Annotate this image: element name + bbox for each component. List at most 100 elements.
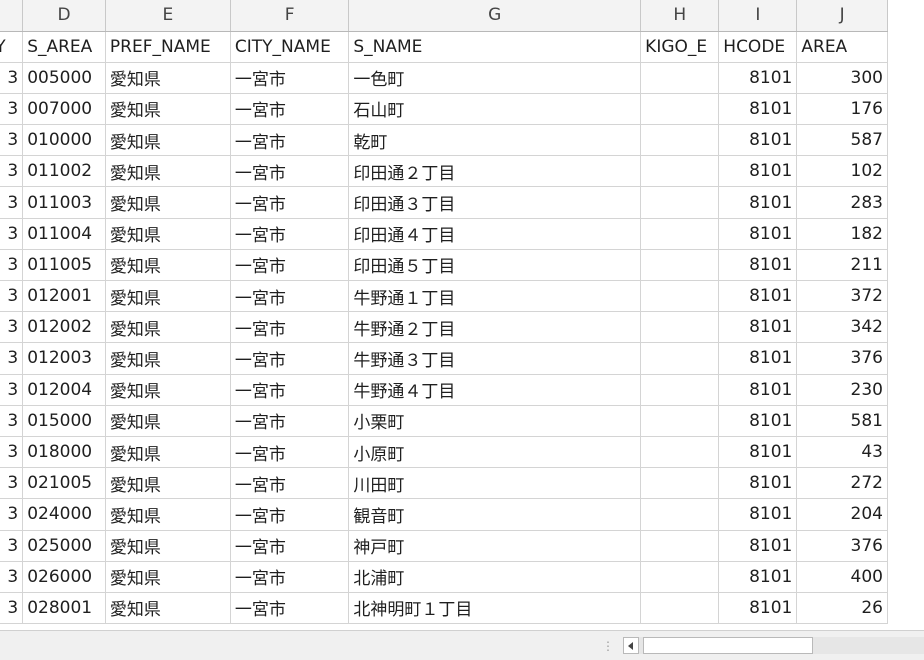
- column-header-d[interactable]: D: [22, 0, 106, 32]
- table-cell[interactable]: 204: [796, 498, 888, 531]
- table-cell[interactable]: 8101: [718, 124, 798, 157]
- table-cell[interactable]: 小原町: [348, 436, 642, 469]
- table-cell[interactable]: [640, 467, 720, 500]
- table-cell[interactable]: 牛野通２丁目: [348, 311, 642, 344]
- table-cell[interactable]: 一色町: [348, 62, 642, 94]
- table-cell[interactable]: 川田町: [348, 467, 642, 500]
- table-cell[interactable]: 3: [0, 124, 24, 157]
- table-cell[interactable]: 3: [0, 467, 24, 500]
- table-cell[interactable]: 021005: [22, 467, 106, 500]
- table-cell[interactable]: 011005: [22, 249, 106, 282]
- table-cell[interactable]: 8101: [718, 405, 798, 437]
- table-cell[interactable]: 8101: [718, 374, 798, 406]
- table-cell[interactable]: 愛知県: [105, 561, 231, 593]
- cell-field-area[interactable]: AREA: [796, 31, 888, 63]
- table-cell[interactable]: [640, 405, 720, 437]
- table-cell[interactable]: 376: [796, 530, 888, 562]
- table-cell[interactable]: [640, 249, 720, 282]
- table-cell[interactable]: 342: [796, 311, 888, 344]
- table-cell[interactable]: 愛知県: [105, 436, 231, 469]
- table-cell[interactable]: 176: [796, 93, 888, 126]
- table-cell[interactable]: 3: [0, 249, 24, 282]
- table-cell[interactable]: 観音町: [348, 498, 642, 531]
- table-cell[interactable]: 愛知県: [105, 405, 231, 437]
- column-header-j[interactable]: J: [796, 0, 888, 32]
- table-cell[interactable]: 一宮市: [230, 467, 350, 500]
- table-cell[interactable]: 一宮市: [230, 530, 350, 562]
- cell-field-s-name[interactable]: S_NAME: [348, 31, 642, 63]
- table-cell[interactable]: [640, 592, 720, 625]
- table-cell[interactable]: 8101: [718, 280, 798, 313]
- table-cell[interactable]: 一宮市: [230, 405, 350, 437]
- table-cell[interactable]: 一宮市: [230, 592, 350, 625]
- table-cell[interactable]: 北神明町１丁目: [348, 592, 642, 625]
- column-header-i[interactable]: I: [718, 0, 798, 32]
- table-cell[interactable]: 182: [796, 218, 888, 250]
- table-cell[interactable]: 3: [0, 280, 24, 313]
- table-cell[interactable]: 一宮市: [230, 374, 350, 406]
- table-cell[interactable]: 3: [0, 498, 24, 531]
- table-cell[interactable]: 011002: [22, 155, 106, 188]
- table-cell[interactable]: 012001: [22, 280, 106, 313]
- table-cell[interactable]: 愛知県: [105, 124, 231, 157]
- table-cell[interactable]: [640, 436, 720, 469]
- table-cell[interactable]: 8101: [718, 311, 798, 344]
- cell-field-s-area[interactable]: S_AREA: [22, 31, 106, 63]
- table-cell[interactable]: 026000: [22, 561, 106, 593]
- table-cell[interactable]: [640, 280, 720, 313]
- table-cell[interactable]: 012003: [22, 342, 106, 375]
- table-cell[interactable]: [640, 93, 720, 126]
- table-cell[interactable]: 3: [0, 311, 24, 344]
- triangle-left-icon[interactable]: [623, 637, 639, 654]
- table-cell[interactable]: 小栗町: [348, 405, 642, 437]
- table-cell[interactable]: 一宮市: [230, 342, 350, 375]
- table-cell[interactable]: 011004: [22, 218, 106, 250]
- table-cell[interactable]: 3: [0, 561, 24, 593]
- table-cell[interactable]: 愛知県: [105, 186, 231, 219]
- table-cell[interactable]: 3: [0, 374, 24, 406]
- table-cell[interactable]: 028001: [22, 592, 106, 625]
- table-cell[interactable]: [640, 311, 720, 344]
- table-cell[interactable]: 愛知県: [105, 62, 231, 94]
- column-header-g[interactable]: G: [348, 0, 642, 32]
- table-cell[interactable]: 8101: [718, 62, 798, 94]
- table-cell[interactable]: [640, 342, 720, 375]
- table-cell[interactable]: 一宮市: [230, 498, 350, 531]
- table-cell[interactable]: 一宮市: [230, 124, 350, 157]
- table-cell[interactable]: 8101: [718, 530, 798, 562]
- table-cell[interactable]: 007000: [22, 93, 106, 126]
- cell-field-kigo-e[interactable]: KIGO_E: [640, 31, 720, 63]
- table-cell[interactable]: 011003: [22, 186, 106, 219]
- table-cell[interactable]: 102: [796, 155, 888, 188]
- table-cell[interactable]: [640, 561, 720, 593]
- table-cell[interactable]: 3: [0, 93, 24, 126]
- table-cell[interactable]: 005000: [22, 62, 106, 94]
- cell-field-hcode[interactable]: HCODE: [718, 31, 798, 63]
- table-cell[interactable]: 愛知県: [105, 498, 231, 531]
- table-cell[interactable]: 8101: [718, 592, 798, 625]
- table-cell[interactable]: 376: [796, 342, 888, 375]
- table-cell[interactable]: 愛知県: [105, 249, 231, 282]
- table-cell[interactable]: 乾町: [348, 124, 642, 157]
- column-header-c[interactable]: C: [0, 0, 24, 32]
- column-header-h[interactable]: H: [640, 0, 720, 32]
- table-cell[interactable]: 272: [796, 467, 888, 500]
- table-cell[interactable]: 300: [796, 62, 888, 94]
- table-cell[interactable]: 一宮市: [230, 561, 350, 593]
- table-cell[interactable]: 愛知県: [105, 155, 231, 188]
- table-cell[interactable]: 018000: [22, 436, 106, 469]
- table-cell[interactable]: [640, 374, 720, 406]
- table-cell[interactable]: 8101: [718, 249, 798, 282]
- table-cell[interactable]: 愛知県: [105, 467, 231, 500]
- table-cell[interactable]: 230: [796, 374, 888, 406]
- table-cell[interactable]: 牛野通３丁目: [348, 342, 642, 375]
- table-cell[interactable]: 283: [796, 186, 888, 219]
- table-cell[interactable]: 牛野通４丁目: [348, 374, 642, 406]
- table-cell[interactable]: 一宮市: [230, 186, 350, 219]
- table-cell[interactable]: 8101: [718, 561, 798, 593]
- table-cell[interactable]: 一宮市: [230, 280, 350, 313]
- table-cell[interactable]: 3: [0, 342, 24, 375]
- table-cell[interactable]: 愛知県: [105, 280, 231, 313]
- table-cell[interactable]: [640, 186, 720, 219]
- spreadsheet-grid[interactable]: C D E F G H I J CITY S_AREA PREF_NAME CI…: [0, 0, 924, 630]
